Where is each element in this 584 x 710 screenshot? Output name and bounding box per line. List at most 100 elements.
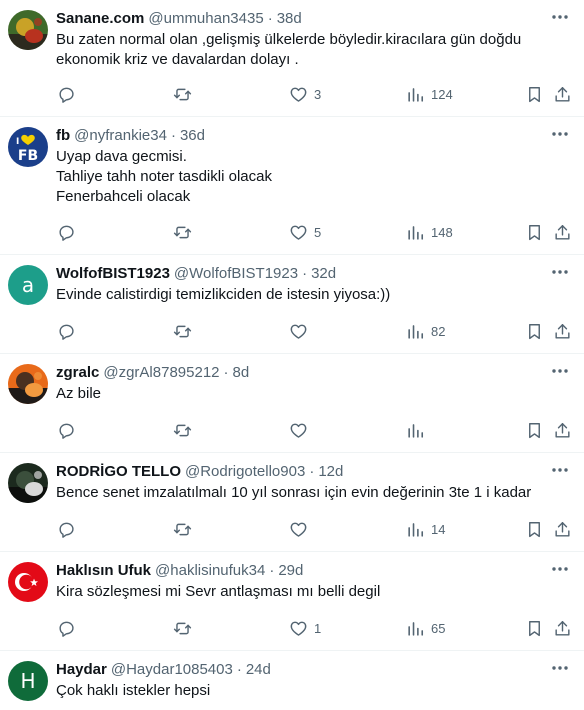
like-button[interactable] (288, 418, 314, 442)
user-handle[interactable]: @haklisinufuk34 (155, 562, 265, 579)
timestamp[interactable]: 29d (278, 562, 303, 579)
reply-tweet[interactable]: RODRİGO TELLO @Rodrigotello903 · 12d Bence s… (0, 453, 584, 552)
timestamp[interactable]: 8d (233, 364, 250, 381)
views-count: 65 (431, 620, 446, 636)
bookmark-button[interactable] (524, 220, 544, 244)
timestamp[interactable]: 24d (246, 661, 271, 678)
reply-button[interactable] (56, 82, 82, 106)
separator-dot: · (267, 9, 273, 27)
user-handle[interactable]: @Haydar1085403 (111, 661, 233, 678)
avatar[interactable] (8, 364, 48, 404)
retweet-icon (172, 222, 192, 242)
views-icon (405, 618, 425, 638)
views-button[interactable]: 82 (405, 319, 445, 343)
reply-tweet[interactable]: H Haydar @Haydar1085403 · 24d Çok haklı istek… (0, 651, 584, 710)
avatar[interactable] (8, 10, 48, 50)
retweet-icon (172, 420, 192, 440)
reply-button[interactable] (56, 319, 82, 343)
separator-dot: · (309, 462, 315, 480)
timestamp[interactable]: 32d (311, 265, 336, 282)
reply-tweet[interactable]: zgralc @zgrAl87895212 · 8d Az bile (0, 354, 584, 453)
more-button[interactable] (548, 558, 572, 580)
user-handle[interactable]: @Rodrigotello903 (185, 463, 305, 480)
views-icon (405, 321, 425, 341)
avatar[interactable]: a (8, 265, 48, 305)
reply-tweet[interactable]: Sanane.com @ummuhan3435 · 38d Bu zaten norma… (0, 0, 584, 117)
bookmark-button[interactable] (524, 517, 544, 541)
reply-button[interactable] (56, 418, 82, 442)
retweet-button[interactable] (172, 319, 198, 343)
display-name[interactable]: WolfofBIST1923 (56, 265, 170, 282)
share-button[interactable] (552, 82, 572, 106)
reply-tweet[interactable]: Haklısın Ufuk @haklisinufuk34 · 29d Kira söz… (0, 552, 584, 651)
bookmark-icon (524, 420, 544, 440)
views-button[interactable] (405, 418, 431, 442)
more-button[interactable] (548, 6, 572, 28)
display-name[interactable]: zgralc (56, 364, 99, 381)
share-button[interactable] (552, 319, 572, 343)
timestamp[interactable]: 36d (180, 127, 205, 144)
user-handle[interactable]: @WolfofBIST1923 (174, 265, 298, 282)
portrait-photo (8, 10, 48, 50)
tweet-text-line: Tahliye tahh noter tasdikli olacak (56, 168, 272, 185)
retweet-button[interactable] (172, 418, 198, 442)
share-button[interactable] (552, 517, 572, 541)
display-name[interactable]: Haydar (56, 661, 107, 678)
bookmark-button[interactable] (524, 418, 544, 442)
share-button[interactable] (552, 418, 572, 442)
more-button[interactable] (548, 360, 572, 382)
user-handle[interactable]: @ummuhan3435 (148, 10, 263, 27)
more-button[interactable] (548, 123, 572, 145)
user-handle[interactable]: @zgrAl87895212 (103, 364, 219, 381)
retweet-button[interactable] (172, 220, 198, 244)
reply-tweet[interactable]: I FB fb @nyfrankie34 · 36d Uyap dava gecmisi. T… (0, 117, 584, 255)
views-button[interactable]: 124 (405, 82, 453, 106)
views-button[interactable]: 65 (405, 616, 445, 640)
retweet-button[interactable] (172, 82, 198, 106)
share-button[interactable] (552, 616, 572, 640)
bookmark-icon (524, 321, 544, 341)
user-handle[interactable]: @nyfrankie34 (74, 127, 167, 144)
display-name[interactable]: Haklısın Ufuk (56, 562, 151, 579)
avatar[interactable] (8, 463, 48, 503)
display-name[interactable]: fb (56, 127, 70, 144)
like-button[interactable]: 1 (288, 616, 321, 640)
display-name[interactable]: RODRİGO TELLO (56, 463, 181, 480)
reply-button[interactable] (56, 220, 82, 244)
display-name[interactable]: Sanane.com (56, 10, 144, 27)
bookmark-button[interactable] (524, 616, 544, 640)
retweet-button[interactable] (172, 616, 198, 640)
retweet-icon (172, 618, 192, 638)
share-icon (552, 321, 572, 341)
like-button[interactable]: 5 (288, 220, 321, 244)
reply-tweet[interactable]: a WolfofBIST1923 @WolfofBIST1923 · 32d Evinde… (0, 255, 584, 354)
like-icon (288, 321, 308, 341)
views-count: 148 (431, 224, 453, 240)
more-button[interactable] (548, 261, 572, 283)
more-button[interactable] (548, 459, 572, 481)
more-icon (552, 666, 568, 670)
timestamp[interactable]: 38d (277, 10, 302, 27)
tweet-header: WolfofBIST1923 @WolfofBIST1923 · 32d (56, 263, 534, 283)
tweet-text-line: ekonomik kriz ve davalardan dolayı . (56, 51, 299, 68)
views-button[interactable]: 14 (405, 517, 445, 541)
bookmark-button[interactable] (524, 319, 544, 343)
timestamp[interactable]: 12d (318, 463, 343, 480)
svg-text:I: I (16, 137, 19, 147)
tweet-text: Çok haklı istekler hepsi (56, 681, 564, 701)
share-button[interactable] (552, 220, 572, 244)
tweet-text: Az bile (56, 384, 564, 404)
avatar[interactable]: I FB (8, 127, 48, 167)
bookmark-icon (524, 519, 544, 539)
bookmark-button[interactable] (524, 82, 544, 106)
avatar[interactable]: H (8, 661, 48, 701)
retweet-button[interactable] (172, 517, 198, 541)
like-button[interactable]: 3 (288, 82, 321, 106)
reply-button[interactable] (56, 517, 82, 541)
reply-button[interactable] (56, 616, 82, 640)
views-button[interactable]: 148 (405, 220, 453, 244)
like-button[interactable] (288, 319, 314, 343)
like-button[interactable] (288, 517, 314, 541)
more-button[interactable] (548, 657, 572, 679)
avatar[interactable] (8, 562, 48, 602)
